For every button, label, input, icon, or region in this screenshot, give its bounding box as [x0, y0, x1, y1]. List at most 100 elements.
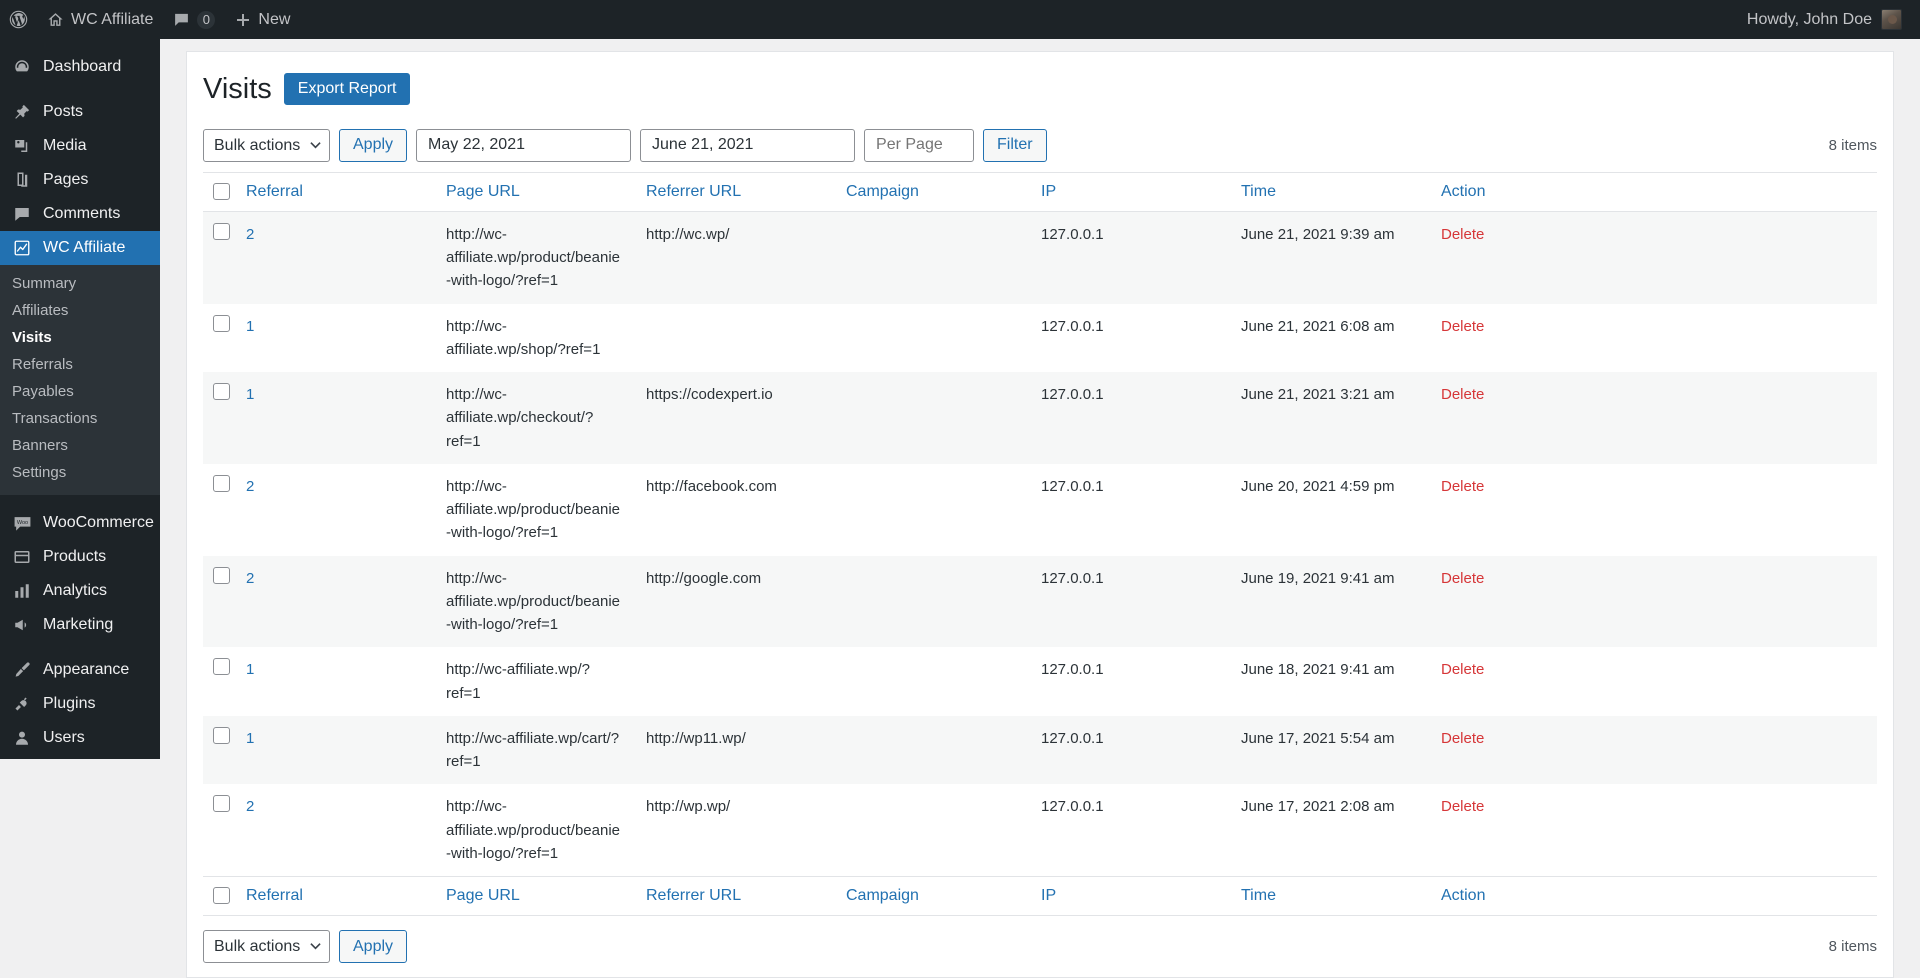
row-checkbox[interactable] [213, 474, 230, 492]
column-header-referrer-url[interactable]: Referrer URL [638, 171, 838, 212]
account-menu[interactable]: Howdy, John Doe [1747, 9, 1920, 30]
filter-button[interactable]: Filter [983, 128, 1047, 162]
sidebar-item-comments[interactable]: Comments [0, 197, 160, 231]
date-to-input[interactable] [640, 128, 856, 162]
delete-link[interactable]: Delete [1441, 318, 1484, 335]
delete-link[interactable]: Delete [1441, 386, 1484, 403]
sidebar-subitem-banners[interactable]: Banners [0, 432, 160, 459]
ip-text: 127.0.0.1 [1041, 477, 1104, 495]
new-content-button[interactable]: New [225, 0, 300, 39]
bulk-actions-select[interactable]: Bulk actions [203, 128, 330, 162]
delete-link[interactable]: Delete [1441, 798, 1484, 815]
cell-referrer-url [638, 304, 838, 373]
column-header-referral[interactable]: Referral [238, 171, 438, 212]
row-checkbox[interactable] [213, 566, 230, 584]
page-url-text: http://wc-affiliate.wp/product/beanie-wi… [446, 225, 621, 290]
sidebar-item-dashboard[interactable]: Dashboard [0, 50, 160, 84]
referrer-url-text: https://codexpert.io [646, 386, 773, 404]
referral-link[interactable]: 2 [246, 798, 254, 815]
sidebar-item-wc-affiliate[interactable]: WC Affiliate [0, 231, 168, 265]
referral-link[interactable]: 2 [246, 478, 254, 495]
referral-link[interactable]: 1 [246, 318, 254, 335]
tablenav-top: Bulk actions Apply Filter 8 items [203, 111, 1877, 172]
sidebar-item-media[interactable]: Media [0, 129, 160, 163]
sidebar-item-pages[interactable]: Pages [0, 163, 160, 197]
sidebar-item-appearance[interactable]: Appearance [0, 653, 160, 687]
column-header-time[interactable]: Time [1233, 171, 1433, 212]
apply-button-top[interactable]: Apply [339, 128, 408, 162]
per-page-input[interactable] [864, 128, 975, 162]
select-all-checkbox-top[interactable] [213, 182, 230, 200]
referral-link[interactable]: 2 [246, 226, 254, 243]
column-header-action[interactable]: Action [1433, 171, 1877, 212]
cell-ip: 127.0.0.1 [1033, 211, 1233, 303]
sidebar-item-woocommerce[interactable]: Woo WooCommerce [0, 506, 160, 540]
column-header-campaign[interactable]: Campaign [838, 171, 1033, 212]
column-footer-campaign[interactable]: Campaign [838, 876, 1033, 917]
column-footer-ip[interactable]: IP [1033, 876, 1233, 917]
cell-time: June 21, 2021 6:08 am [1233, 304, 1433, 373]
apply-button-bottom[interactable]: Apply [339, 930, 408, 964]
sidebar-item-label: Analytics [43, 582, 108, 599]
sidebar-item-posts[interactable]: Posts [0, 95, 160, 129]
column-footer-referrer-url[interactable]: Referrer URL [638, 876, 838, 917]
delete-link[interactable]: Delete [1441, 570, 1484, 587]
cell-time: June 19, 2021 9:41 am [1233, 556, 1433, 648]
column-footer-action[interactable]: Action [1433, 876, 1877, 917]
select-all-checkbox-bottom[interactable] [213, 887, 230, 905]
page-url-text: http://wc-affiliate.wp/cart/?ref=1 [446, 729, 620, 771]
row-checkbox[interactable] [213, 314, 230, 332]
delete-link[interactable]: Delete [1441, 661, 1484, 678]
comments-button[interactable]: 0 [163, 0, 225, 39]
sidebar-subitem-transactions[interactable]: Transactions [0, 405, 160, 432]
sidebar-subitem-referrals[interactable]: Referrals [0, 351, 160, 378]
delete-link[interactable]: Delete [1441, 478, 1484, 495]
referral-link[interactable]: 1 [246, 386, 254, 403]
cell-campaign [838, 464, 1033, 556]
sidebar-subitem-visits[interactable]: Visits [0, 324, 160, 351]
site-name-button[interactable]: WC Affiliate [37, 0, 163, 39]
column-footer-referral[interactable]: Referral [238, 876, 438, 917]
row-checkbox[interactable] [213, 383, 230, 401]
sidebar-item-marketing[interactable]: Marketing [0, 608, 160, 642]
cell-ip: 127.0.0.1 [1033, 647, 1233, 716]
sidebar-subitem-payables[interactable]: Payables [0, 378, 160, 405]
bulk-actions-select-bottom[interactable]: Bulk actions [203, 930, 330, 964]
export-report-button[interactable]: Export Report [283, 73, 411, 106]
cell-campaign [838, 784, 1033, 876]
wc-affiliate-submenu: Summary Affiliates Visits Referrals Paya… [0, 265, 160, 495]
delete-link[interactable]: Delete [1441, 226, 1484, 243]
sidebar-item-plugins[interactable]: Plugins [0, 687, 160, 721]
row-checkbox[interactable] [213, 658, 230, 676]
sidebar-item-label: Dashboard [43, 58, 122, 75]
new-content-label: New [258, 10, 291, 28]
date-from-input[interactable] [416, 128, 632, 162]
cell-referrer-url: http://wp.wp/ [638, 784, 838, 876]
sidebar-item-analytics[interactable]: Analytics [0, 574, 160, 608]
delete-link[interactable]: Delete [1441, 730, 1484, 747]
sidebar-item-products[interactable]: Products [0, 540, 160, 574]
column-footer-time[interactable]: Time [1233, 876, 1433, 917]
column-header-page-url[interactable]: Page URL [438, 171, 638, 212]
sidebar-subitem-settings[interactable]: Settings [0, 459, 160, 486]
referral-link[interactable]: 1 [246, 661, 254, 678]
brush-icon [12, 661, 32, 679]
column-footer-page-url[interactable]: Page URL [438, 876, 638, 917]
row-checkbox[interactable] [213, 222, 230, 240]
time-text: June 21, 2021 9:39 am [1241, 225, 1395, 243]
column-header-ip[interactable]: IP [1033, 171, 1233, 212]
wordpress-logo-button[interactable] [0, 0, 37, 39]
page-url-text: http://wc-affiliate.wp/product/beanie-wi… [446, 798, 621, 862]
sidebar-item-users[interactable]: Users [0, 721, 160, 755]
referral-link[interactable]: 2 [246, 570, 254, 587]
sidebar-subitem-affiliates[interactable]: Affiliates [0, 297, 160, 324]
sidebar-subitem-summary[interactable]: Summary [0, 270, 160, 297]
row-checkbox[interactable] [213, 795, 230, 813]
cell-referrer-url: http://wp11.wp/ [638, 716, 838, 785]
plus-icon [235, 12, 251, 28]
row-select-cell [203, 716, 238, 785]
cell-time: June 21, 2021 3:21 am [1233, 372, 1433, 464]
referrer-url-text: http://google.com [646, 569, 762, 587]
referral-link[interactable]: 1 [246, 730, 254, 747]
row-checkbox[interactable] [213, 726, 230, 744]
